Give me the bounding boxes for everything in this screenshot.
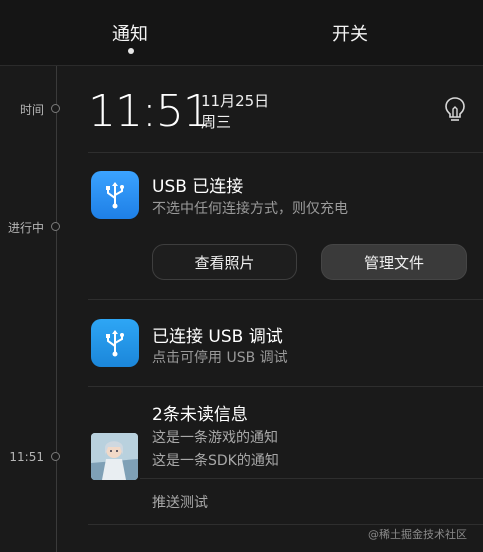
divider — [140, 478, 483, 479]
push-test-label: 推送测试 — [152, 495, 208, 511]
tab-toggles[interactable]: 开关 — [332, 20, 368, 46]
app-avatar — [91, 433, 138, 480]
usb-debug-title: 已连接 USB 调试 — [152, 327, 283, 347]
clock-weekday: 周三 — [201, 113, 232, 131]
manage-files-button[interactable]: 管理文件 — [321, 244, 467, 280]
usb-icon — [91, 171, 139, 219]
timeline-label-time-1151: 11:51 — [9, 450, 44, 464]
active-tab-indicator — [128, 48, 134, 54]
usb-connected-title: USB 已连接 — [152, 177, 244, 197]
unread-message-1: 这是一条游戏的通知 — [152, 430, 278, 446]
usb-connected-subtitle: 不选中任何连接方式，则仅充电 — [152, 201, 348, 217]
timeline-line — [56, 66, 57, 552]
watermark: @稀土掘金技术社区 — [368, 528, 467, 541]
usb-debug-icon — [91, 319, 139, 367]
divider — [88, 524, 483, 525]
clock-date: 11月25日 — [201, 92, 270, 110]
timeline-label-ongoing: 进行中 — [7, 221, 44, 235]
tab-bar: 通知 开关 — [0, 0, 483, 66]
unread-message-2: 这是一条SDK的通知 — [152, 453, 279, 469]
divider — [88, 299, 483, 300]
tab-notifications[interactable]: 通知 — [112, 20, 148, 46]
unread-title: 2条未读信息 — [152, 405, 248, 425]
divider — [88, 386, 483, 387]
view-photos-button[interactable]: 查看照片 — [152, 244, 297, 280]
timeline-dot — [51, 222, 60, 231]
timeline-dot — [51, 452, 60, 461]
divider — [88, 152, 483, 153]
timeline-label-time: 时间 — [19, 103, 44, 117]
lightbulb-icon[interactable] — [442, 96, 468, 124]
tab-divider — [0, 65, 483, 66]
usb-debug-subtitle: 点击可停用 USB 调试 — [152, 350, 288, 366]
clock-time: 11:51 — [88, 86, 211, 137]
timeline-dot — [51, 104, 60, 113]
